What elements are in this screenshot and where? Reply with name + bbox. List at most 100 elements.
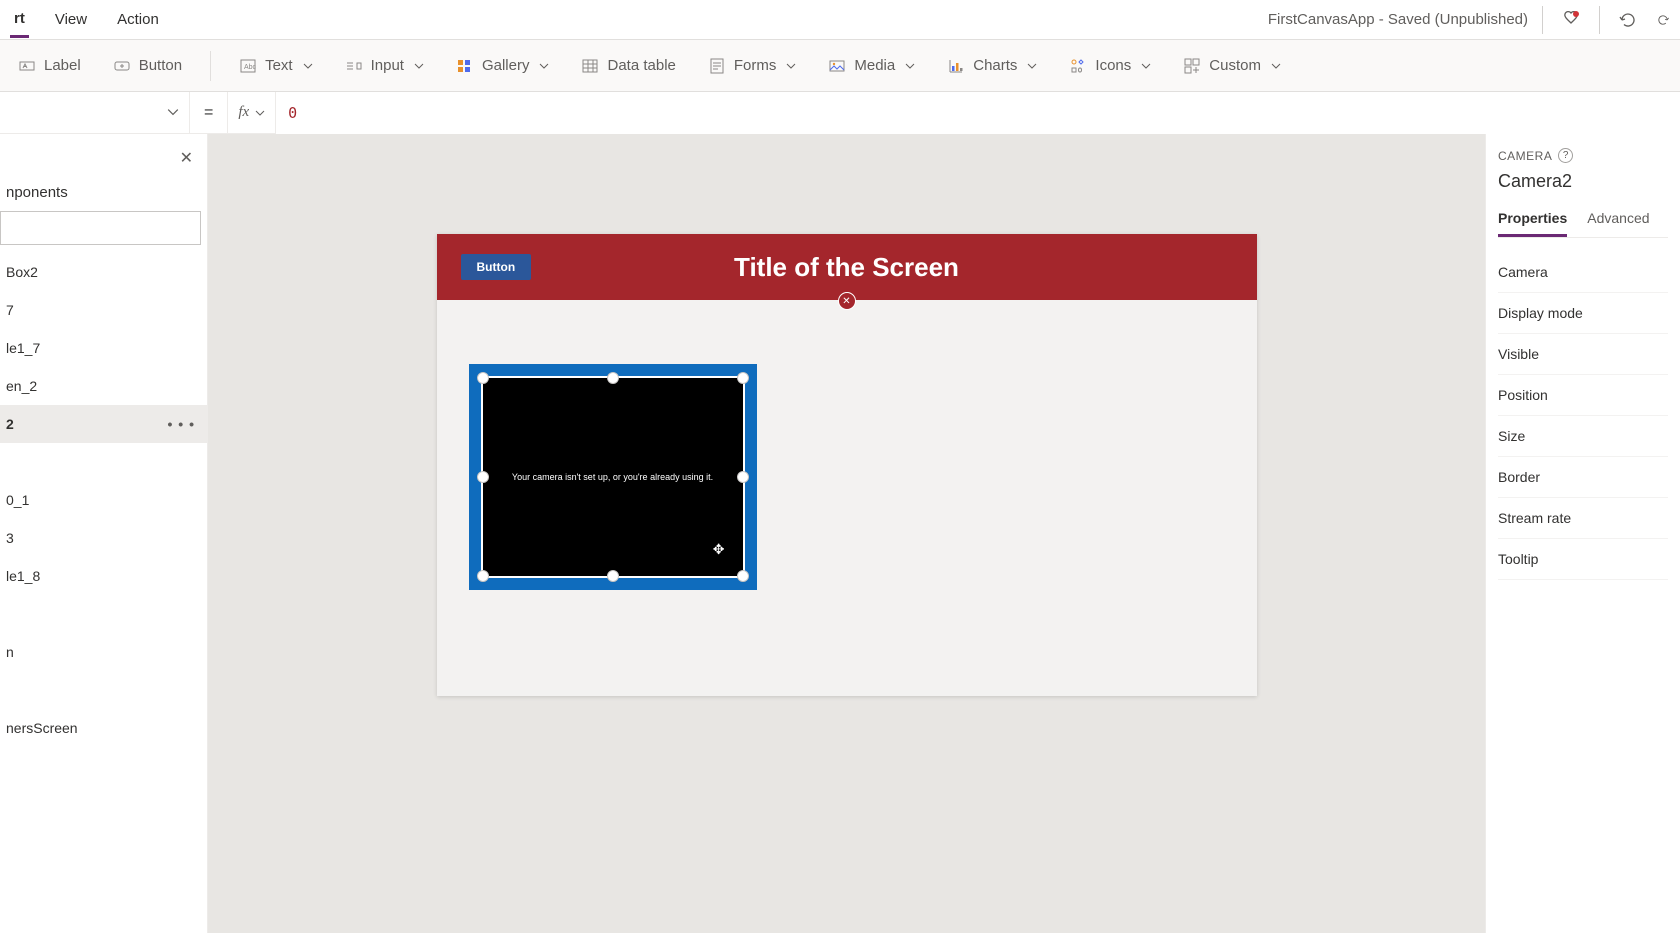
tree-item[interactable]: le1_8 (0, 557, 207, 595)
properties-panel: CAMERA ? Camera2 Properties Advanced Cam… (1485, 134, 1680, 933)
menu-view[interactable]: View (51, 3, 91, 36)
move-cursor-icon: ✥ (713, 541, 725, 558)
divider (1542, 6, 1543, 34)
menu-insert[interactable]: rt (10, 2, 29, 38)
screen-title: Title of the Screen (437, 252, 1257, 283)
prop-row-position[interactable]: Position (1498, 375, 1668, 416)
prop-row-border[interactable]: Border (1498, 457, 1668, 498)
prop-row-streamrate[interactable]: Stream rate (1498, 498, 1668, 539)
menu-right: FirstCanvasApp - Saved (Unpublished) (1268, 6, 1670, 34)
ribbon-charts[interactable]: Charts (943, 51, 1041, 81)
ribbon-media[interactable]: Media (824, 51, 919, 81)
button-icon (113, 57, 131, 75)
menu-action[interactable]: Action (113, 3, 163, 36)
ribbon-custom[interactable]: Custom (1179, 51, 1285, 81)
tree-item-selected[interactable]: 2 • • • (0, 405, 207, 443)
ribbon-charts-label: Charts (973, 57, 1017, 74)
chevron-down-icon (255, 108, 265, 118)
tree-item[interactable]: n (0, 633, 207, 671)
resize-handle[interactable] (737, 471, 749, 483)
tree-item-label: Box2 (6, 264, 38, 280)
tree-item-label: le1_8 (6, 568, 40, 584)
camera-control-selected[interactable]: Your camera isn't set up, or you're alre… (469, 364, 757, 590)
fx-label: fx (238, 104, 249, 121)
tree-item-label: nersScreen (6, 720, 78, 736)
tree-header: nponents (0, 134, 207, 211)
resize-handle[interactable] (477, 471, 489, 483)
tree-item[interactable] (0, 443, 207, 481)
resize-handle[interactable] (737, 372, 749, 384)
redo-icon[interactable] (1656, 6, 1670, 34)
tree-item[interactable]: Box2 (0, 253, 207, 291)
tree-item[interactable]: 7 (0, 291, 207, 329)
chevron-down-icon (1027, 61, 1037, 71)
tab-advanced[interactable]: Advanced (1587, 210, 1649, 237)
ribbon: Label Button Abc Text Input Gallery Data… (0, 40, 1680, 92)
svg-text:Abc: Abc (244, 64, 257, 71)
control-type-label: CAMERA (1498, 149, 1552, 163)
ribbon-input[interactable]: Input (341, 51, 428, 81)
fx-button[interactable]: fx (227, 92, 276, 134)
screen-header: Button Title of the Screen ✕ (437, 234, 1257, 300)
resize-handle[interactable] (607, 372, 619, 384)
custom-icon (1183, 57, 1201, 75)
health-icon[interactable] (1557, 6, 1585, 34)
ribbon-button[interactable]: Button (109, 51, 186, 81)
app-screen[interactable]: Button Title of the Screen ✕ Your camera… (437, 234, 1257, 696)
tree-item[interactable]: le1_7 (0, 329, 207, 367)
tab-properties[interactable]: Properties (1498, 210, 1567, 237)
tree-item[interactable]: 3 (0, 519, 207, 557)
chevron-down-icon (414, 61, 424, 71)
more-icon[interactable]: • • • (168, 416, 195, 432)
help-icon[interactable]: ? (1558, 148, 1573, 163)
resize-handle[interactable] (607, 570, 619, 582)
tree-item[interactable]: 0_1 (0, 481, 207, 519)
camera-preview: Your camera isn't set up, or you're alre… (483, 378, 743, 576)
media-icon (828, 57, 846, 75)
icons-icon (1069, 57, 1087, 75)
tree-item-label: 7 (6, 302, 14, 318)
resize-handle[interactable] (477, 570, 489, 582)
control-type: CAMERA ? (1498, 148, 1668, 163)
equals-sign: = (190, 104, 227, 122)
ribbon-custom-label: Custom (1209, 57, 1261, 74)
screen-button[interactable]: Button (461, 254, 532, 280)
ribbon-gallery[interactable]: Gallery (452, 51, 554, 81)
prop-row-tooltip[interactable]: Tooltip (1498, 539, 1668, 580)
ribbon-input-label: Input (371, 57, 404, 74)
close-icon[interactable]: ✕ (180, 148, 193, 168)
prop-row-camera[interactable]: Camera (1498, 252, 1668, 293)
ribbon-label[interactable]: Label (14, 51, 85, 81)
undo-icon[interactable] (1614, 6, 1642, 34)
tree-item-label: 2 (6, 416, 14, 432)
formula-input[interactable] (276, 92, 1680, 134)
tree-search-input[interactable] (0, 211, 201, 245)
app-title: FirstCanvasApp - Saved (Unpublished) (1268, 11, 1528, 28)
resize-handle[interactable] (737, 570, 749, 582)
prop-row-displaymode[interactable]: Display mode (1498, 293, 1668, 334)
tree-item[interactable]: en_2 (0, 367, 207, 405)
tree-panel: ✕ nponents Box2 7 le1_7 en_2 2 • • • 0_1… (0, 134, 208, 933)
canvas-area[interactable]: Button Title of the Screen ✕ Your camera… (208, 134, 1485, 933)
charts-icon (947, 57, 965, 75)
prop-row-visible[interactable]: Visible (1498, 334, 1668, 375)
ribbon-datatable-label: Data table (607, 57, 675, 74)
ribbon-icons[interactable]: Icons (1065, 51, 1155, 81)
prop-row-size[interactable]: Size (1498, 416, 1668, 457)
property-selector[interactable] (0, 92, 190, 134)
menu-left: rt View Action (10, 2, 163, 38)
divider (1599, 6, 1600, 34)
tree-item[interactable] (0, 671, 207, 709)
resize-handle[interactable] (477, 372, 489, 384)
menu-bar: rt View Action FirstCanvasApp - Saved (U… (0, 0, 1680, 40)
gallery-icon (456, 57, 474, 75)
close-badge-icon[interactable]: ✕ (838, 292, 856, 310)
chevron-down-icon (167, 106, 179, 118)
ribbon-datatable[interactable]: Data table (577, 51, 679, 81)
ribbon-forms[interactable]: Forms (704, 51, 801, 81)
control-name[interactable]: Camera2 (1498, 171, 1668, 192)
tree-item[interactable]: nersScreen (0, 709, 207, 747)
tree-item[interactable] (0, 595, 207, 633)
ribbon-text[interactable]: Abc Text (235, 51, 317, 81)
ribbon-label-text: Label (44, 57, 81, 74)
